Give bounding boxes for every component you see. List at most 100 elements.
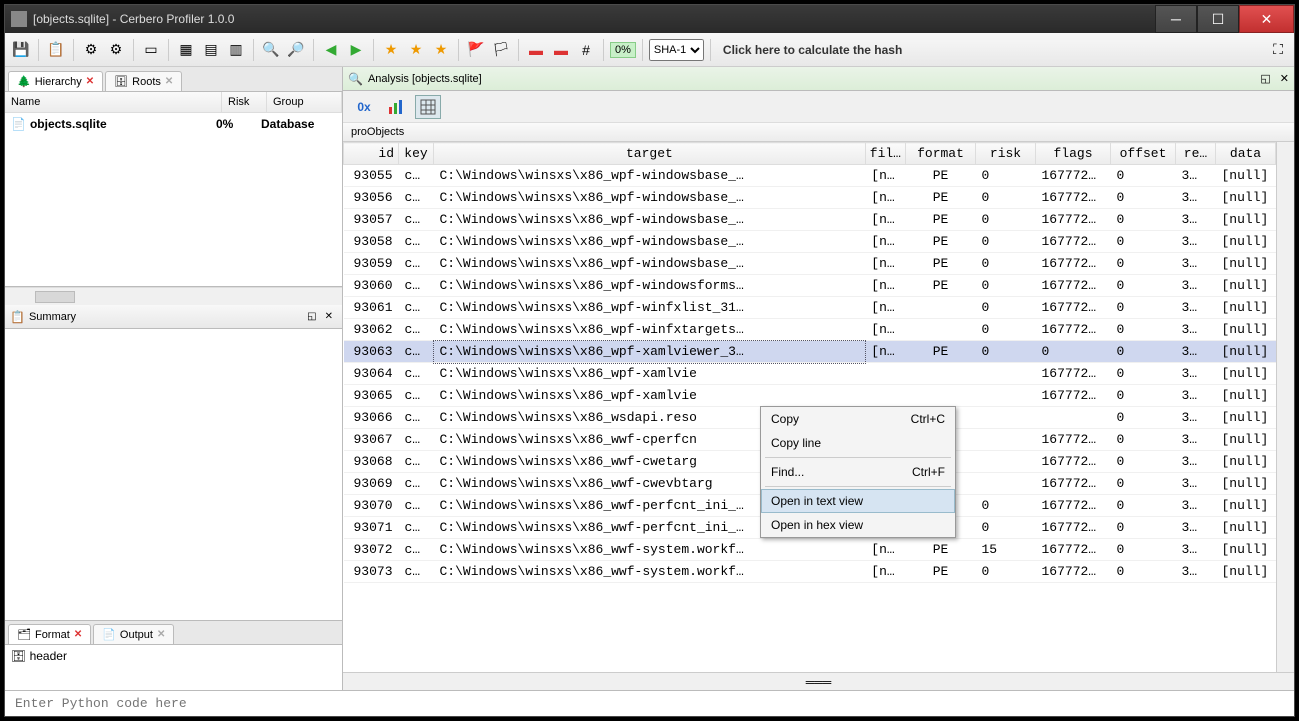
- output-icon: 📄: [102, 628, 116, 641]
- table-row[interactable]: 93056c…C:\Windows\winsxs\x86_wpf-windows…: [344, 187, 1276, 209]
- tab-hierarchy[interactable]: 🌲 Hierarchy ✕: [8, 71, 103, 91]
- close-icon[interactable]: ✕: [86, 76, 94, 87]
- table-row[interactable]: 93073c…C:\Windows\winsxs\x86_wwf-system.…: [344, 561, 1276, 583]
- table-row[interactable]: 93061c…C:\Windows\winsxs\x86_wpf-winfxli…: [344, 297, 1276, 319]
- header-icon: 🗄: [11, 649, 26, 663]
- menu-item[interactable]: CopyCtrl+C: [761, 407, 955, 431]
- hscroll[interactable]: ═══: [343, 672, 1294, 690]
- table-name: proObjects: [343, 123, 1294, 142]
- close-icon[interactable]: ✕: [325, 311, 333, 322]
- browser-icon[interactable]: ▭: [140, 39, 162, 61]
- undock-icon[interactable]: ◱: [1260, 72, 1270, 85]
- format-icon: 🗂: [17, 628, 31, 641]
- hierarchy-row[interactable]: 📄objects.sqlite 0% Database: [5, 113, 342, 135]
- fullscreen-icon[interactable]: ⛶: [1267, 39, 1289, 61]
- column-header[interactable]: risk: [976, 143, 1036, 165]
- view-toolbar: 0x: [343, 91, 1294, 123]
- bookmark2-icon[interactable]: ★: [405, 39, 427, 61]
- summary-body: [5, 329, 342, 620]
- col-name[interactable]: Name: [5, 92, 222, 112]
- undock-icon[interactable]: ◱: [307, 311, 316, 322]
- main-toolbar: 💾 📋 ⚙ ⚙ ▭ ▦ ▤ ▥ 🔍 🔎 ◀ ▶ ★ ★ ★ 🚩 🏳 ▬ ▬ # …: [5, 33, 1294, 67]
- flag2-icon[interactable]: 🏳: [490, 39, 512, 61]
- db-icon: 🗄: [114, 75, 128, 88]
- progress-pct: 0%: [610, 42, 636, 58]
- table-row[interactable]: 93072c…C:\Windows\winsxs\x86_wwf-system.…: [344, 539, 1276, 561]
- column-header[interactable]: re…: [1176, 143, 1216, 165]
- hash-icon[interactable]: #: [575, 39, 597, 61]
- tab-roots[interactable]: 🗄 Roots ✕: [105, 71, 182, 91]
- table-row[interactable]: 93063c…C:\Windows\winsxs\x86_wpf-xamlvie…: [344, 341, 1276, 363]
- menu-item[interactable]: Open in text view: [761, 489, 955, 513]
- col-risk[interactable]: Risk: [222, 92, 267, 112]
- search-icon[interactable]: 🔍: [260, 39, 282, 61]
- column-header[interactable]: id: [344, 143, 399, 165]
- chart-view-button[interactable]: [383, 95, 409, 119]
- table-row[interactable]: 93057c…C:\Windows\winsxs\x86_wpf-windows…: [344, 209, 1276, 231]
- python-input[interactable]: [5, 691, 1294, 716]
- magnifier-icon: 🔍: [348, 72, 363, 86]
- layout1-icon[interactable]: ▦: [175, 39, 197, 61]
- bookmark3-icon[interactable]: ★: [430, 39, 452, 61]
- hierarchy-tabs: 🌲 Hierarchy ✕ 🗄 Roots ✕: [5, 67, 342, 92]
- column-header[interactable]: fil…: [865, 143, 905, 165]
- tab-output[interactable]: 📄 Output ✕: [93, 624, 174, 644]
- table-row[interactable]: 93060c…C:\Windows\winsxs\x86_wpf-windows…: [344, 275, 1276, 297]
- col-group[interactable]: Group: [267, 92, 342, 112]
- bookmark1-icon[interactable]: ★: [380, 39, 402, 61]
- vscroll[interactable]: [1276, 142, 1294, 672]
- table-row[interactable]: 93058c…C:\Windows\winsxs\x86_wpf-windows…: [344, 231, 1276, 253]
- menu-item[interactable]: Open in hex view: [761, 513, 955, 537]
- copy-icon[interactable]: 📋: [45, 39, 67, 61]
- save-dropdown-icon[interactable]: 💾: [10, 39, 32, 61]
- menu-item[interactable]: Copy line: [761, 431, 955, 455]
- menu-item[interactable]: Find...Ctrl+F: [761, 460, 955, 484]
- table-row[interactable]: 93055c…C:\Windows\winsxs\x86_wpf-windows…: [344, 165, 1276, 187]
- summary-icon: 📋: [10, 310, 25, 324]
- hash-prompt[interactable]: Click here to calculate the hash: [717, 43, 908, 57]
- hierarchy-hscroll[interactable]: [5, 287, 342, 305]
- format-body[interactable]: 🗄 header: [5, 645, 342, 690]
- column-header[interactable]: data: [1216, 143, 1276, 165]
- analysis-header: 🔍 Analysis [objects.sqlite] ◱ ✕: [343, 67, 1294, 91]
- hash-algo-select[interactable]: SHA-1: [649, 39, 704, 61]
- column-header[interactable]: key: [399, 143, 434, 165]
- table-row[interactable]: 93065c…C:\Windows\winsxs\x86_wpf-xamlvie…: [344, 385, 1276, 407]
- python-input-bar[interactable]: [5, 690, 1294, 716]
- search-next-icon[interactable]: 🔎: [285, 39, 307, 61]
- table-row[interactable]: 93062c…C:\Windows\winsxs\x86_wpf-winfxta…: [344, 319, 1276, 341]
- mark2-icon[interactable]: ▬: [550, 39, 572, 61]
- column-header[interactable]: format: [906, 143, 976, 165]
- table-row[interactable]: 93064c…C:\Windows\winsxs\x86_wpf-xamlvie…: [344, 363, 1276, 385]
- close-icon[interactable]: ✕: [74, 629, 82, 640]
- window-title: [objects.sqlite] - Cerbero Profiler 1.0.…: [33, 12, 1155, 26]
- gear2-icon[interactable]: ⚙: [105, 39, 127, 61]
- titlebar[interactable]: [objects.sqlite] - Cerbero Profiler 1.0.…: [5, 5, 1294, 33]
- close-icon[interactable]: ✕: [157, 629, 165, 640]
- column-header[interactable]: target: [434, 143, 866, 165]
- hex-view-button[interactable]: 0x: [351, 95, 377, 119]
- back-icon[interactable]: ◀: [320, 39, 342, 61]
- file-icon: 📄: [11, 117, 26, 131]
- minimize-button[interactable]: ─: [1155, 5, 1197, 33]
- close-button[interactable]: ✕: [1239, 5, 1294, 33]
- close-icon[interactable]: ✕: [165, 76, 173, 87]
- maximize-button[interactable]: ☐: [1197, 5, 1239, 33]
- context-menu: CopyCtrl+CCopy line Find...Ctrl+F Open in …: [760, 406, 956, 538]
- table-row[interactable]: 93059c…C:\Windows\winsxs\x86_wpf-windows…: [344, 253, 1276, 275]
- hierarchy-tree[interactable]: Name Risk Group 📄objects.sqlite 0% Datab…: [5, 92, 342, 287]
- format-tabs: 🗂 Format ✕ 📄 Output ✕: [5, 620, 342, 645]
- tree-icon: 🌲: [17, 75, 31, 88]
- layout2-icon[interactable]: ▤: [200, 39, 222, 61]
- summary-header: 📋 Summary ◱ ✕: [5, 305, 342, 329]
- column-header[interactable]: offset: [1111, 143, 1176, 165]
- column-header[interactable]: flags: [1036, 143, 1111, 165]
- mark1-icon[interactable]: ▬: [525, 39, 547, 61]
- flag1-icon[interactable]: 🚩: [465, 39, 487, 61]
- forward-icon[interactable]: ▶: [345, 39, 367, 61]
- layout3-icon[interactable]: ▥: [225, 39, 247, 61]
- table-view-button[interactable]: [415, 95, 441, 119]
- close-icon[interactable]: ✕: [1280, 72, 1289, 85]
- gear-icon[interactable]: ⚙: [80, 39, 102, 61]
- tab-format[interactable]: 🗂 Format ✕: [8, 624, 91, 644]
